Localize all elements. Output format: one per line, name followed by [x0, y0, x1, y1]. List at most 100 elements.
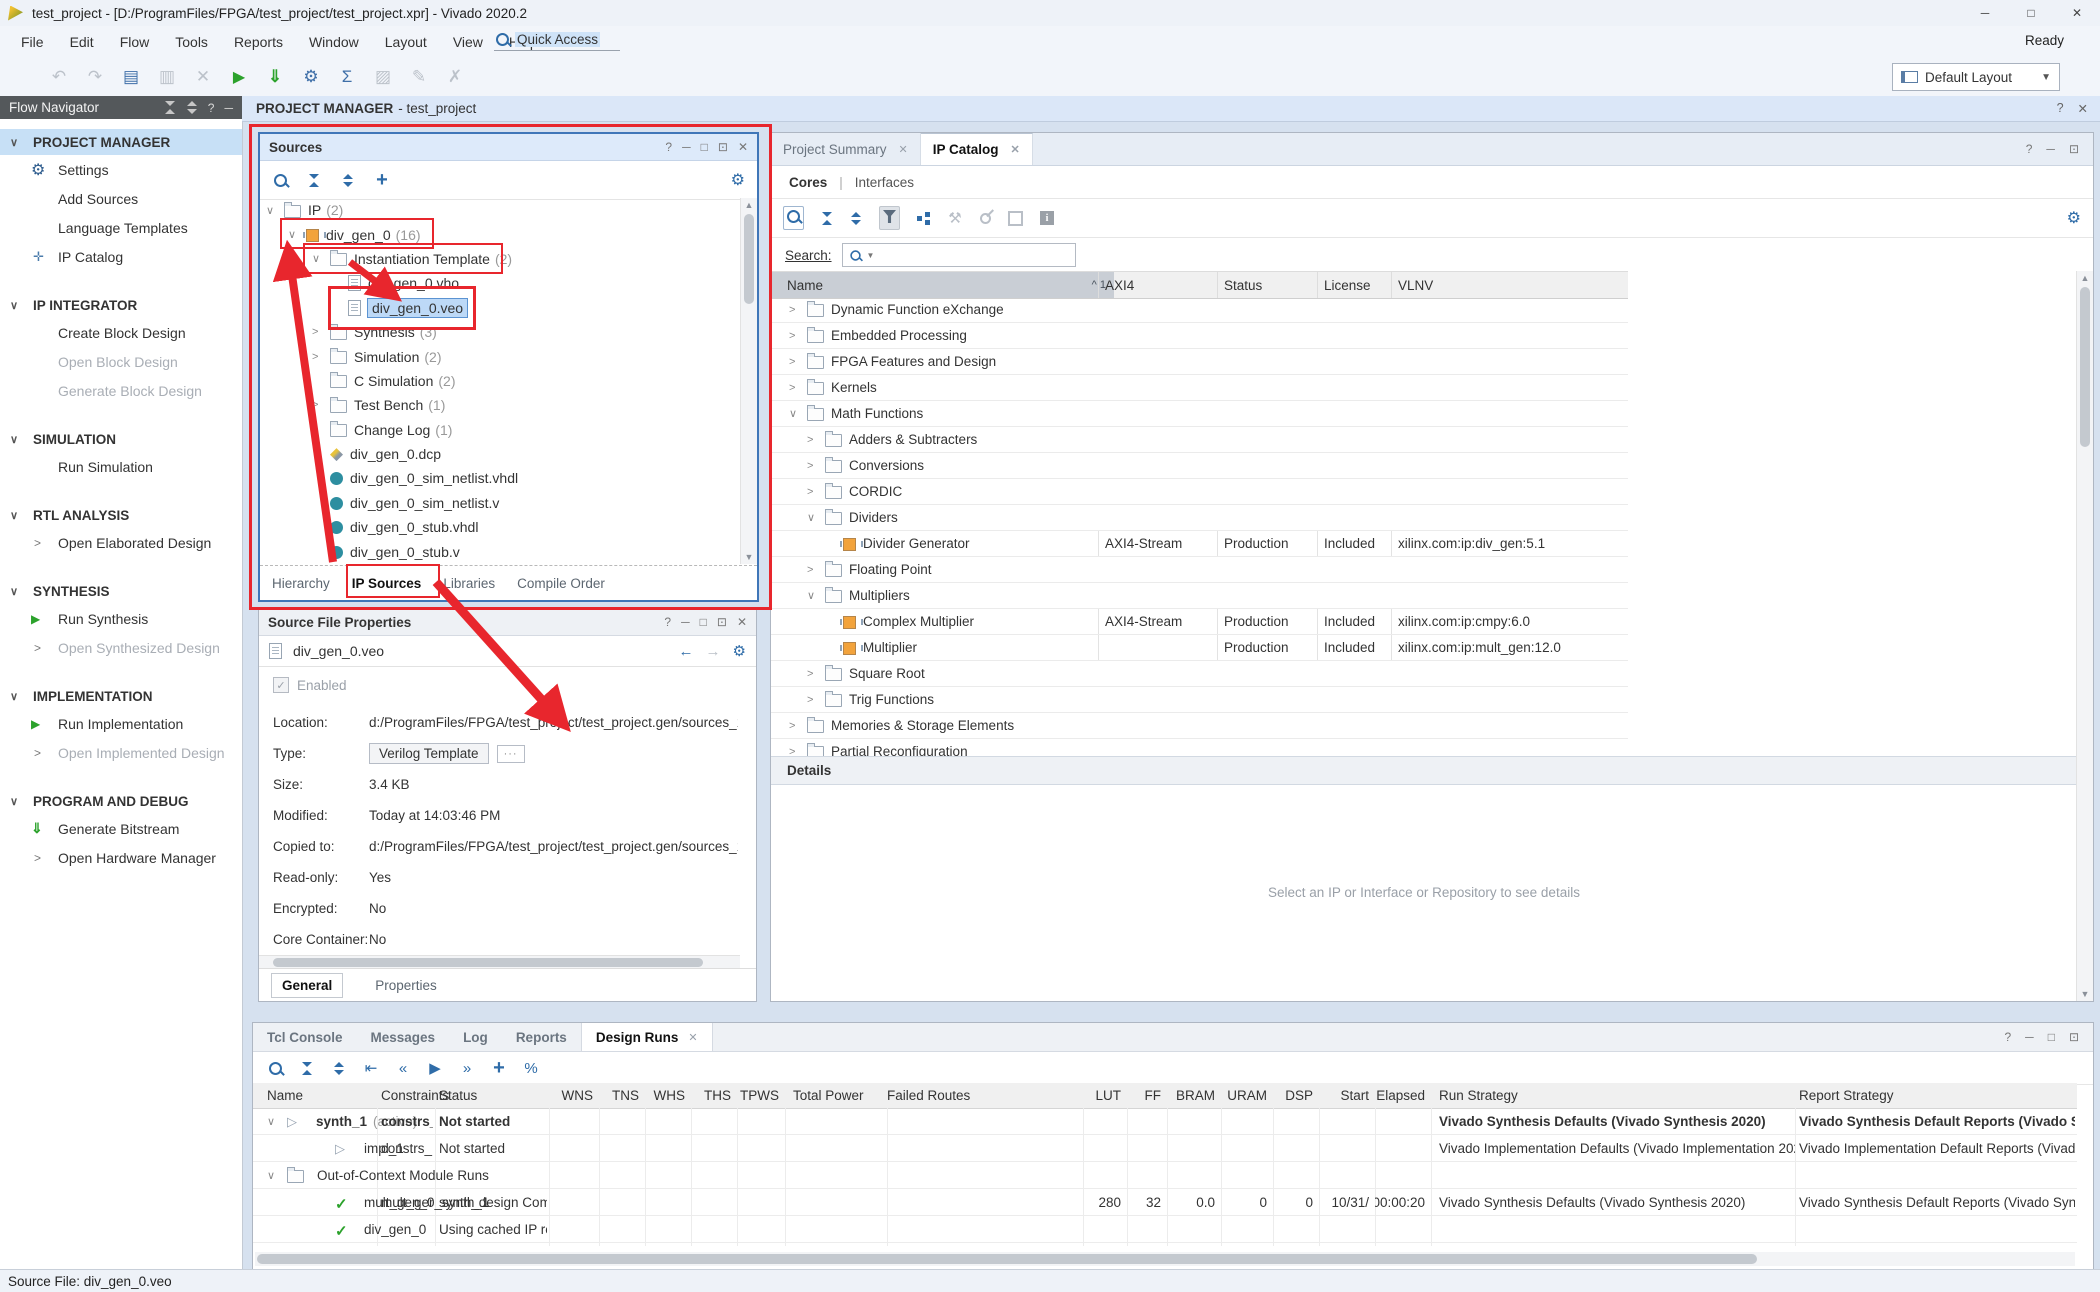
- runs-toolbar-button[interactable]: »: [459, 1057, 475, 1080]
- flow-navigator-item[interactable]: PROJECT MANAGER: [0, 129, 242, 155]
- menu-item[interactable]: Tools: [162, 29, 221, 55]
- column-header[interactable]: WNS: [553, 1083, 593, 1108]
- maximize-button[interactable]: □: [2008, 0, 2054, 26]
- close-icon[interactable]: ✕: [2078, 101, 2088, 116]
- catalog-row[interactable]: > Floating Point: [771, 557, 1628, 583]
- expand-all-icon[interactable]: [186, 101, 198, 114]
- scroll-up-icon[interactable]: ▲: [741, 200, 757, 210]
- column-header[interactable]: TPWS: [737, 1083, 779, 1108]
- toolbar-button[interactable]: ⇓: [260, 63, 290, 91]
- design-run-row[interactable]: ∨ Out-of-Context Module Runs: [253, 1162, 2077, 1189]
- flow-navigator-item[interactable]: Run Synthesis: [0, 604, 242, 633]
- column-header[interactable]: WHS: [645, 1083, 685, 1108]
- flow-navigator-item[interactable]: Settings: [0, 155, 242, 184]
- column-header[interactable]: BRAM: [1167, 1083, 1215, 1108]
- help-icon[interactable]: ?: [2004, 1030, 2011, 1044]
- tree-item[interactable]: C Simulation (2): [260, 369, 741, 393]
- collapse-all-icon[interactable]: [164, 101, 176, 114]
- catalog-search-input[interactable]: ▼: [842, 243, 1076, 267]
- runs-toolbar-button[interactable]: ▶: [427, 1057, 443, 1080]
- sources-tab[interactable]: Compile Order: [517, 576, 605, 591]
- vertical-scrollbar[interactable]: ▲ ▼: [740, 198, 757, 564]
- chevron-icon[interactable]: >: [807, 486, 825, 498]
- quick-access-search[interactable]: Quick Access: [494, 29, 620, 51]
- horizontal-scrollbar[interactable]: [255, 1252, 2075, 1266]
- column-header-status[interactable]: Status: [1217, 272, 1324, 298]
- console-tab[interactable]: Design Runs ✕: [581, 1023, 713, 1051]
- chevron-icon[interactable]: >: [807, 668, 825, 680]
- design-run-row[interactable]: ∨ synth_1 (active) constrs_1 Not started…: [253, 1108, 2077, 1135]
- close-icon[interactable]: ✕: [738, 140, 748, 154]
- tree-item[interactable]: div_gen_0.vho: [260, 271, 741, 295]
- minimize-icon[interactable]: ─: [2046, 142, 2055, 156]
- toolbar-button[interactable]: ✕: [188, 63, 218, 91]
- flow-navigator-item[interactable]: IMPLEMENTATION: [0, 683, 242, 709]
- layout-select[interactable]: Default Layout ▼: [1892, 63, 2060, 91]
- menu-item[interactable]: Reports: [221, 29, 296, 55]
- toolbar-button[interactable]: ✗: [440, 63, 470, 91]
- column-header[interactable]: LUT: [1083, 1083, 1121, 1108]
- chevron-icon[interactable]: ∨: [789, 407, 807, 420]
- tree-item[interactable]: div_gen_0_sim_netlist.vhdl: [260, 466, 741, 490]
- chevron-icon[interactable]: ∨: [807, 511, 825, 524]
- toolbar-button[interactable]: ↷: [80, 63, 110, 91]
- toolbar-button[interactable]: ✎: [404, 63, 434, 91]
- column-header[interactable]: Name: [267, 1083, 303, 1108]
- menu-item[interactable]: Window: [296, 29, 372, 55]
- toolbar-button[interactable]: ↶: [44, 63, 74, 91]
- info-icon[interactable]: [1040, 211, 1054, 225]
- catalog-row[interactable]: Divider Generator AXI4-Stream Production…: [771, 531, 1628, 557]
- tab-interfaces[interactable]: Interfaces: [855, 175, 914, 190]
- tree-item[interactable]: div_gen_0_stub.v: [260, 539, 741, 563]
- chevron-icon[interactable]: ∨: [312, 252, 330, 265]
- license-key-icon[interactable]: [978, 210, 994, 226]
- catalog-row[interactable]: ∨ Multipliers: [771, 583, 1628, 609]
- tree-item[interactable]: ∨ Instantiation Template (2): [260, 247, 741, 271]
- tree-item[interactable]: div_gen_0_stub.vhdl: [260, 515, 741, 539]
- flow-navigator-item[interactable]: IP Catalog: [0, 242, 242, 271]
- column-header[interactable]: Report Strategy: [1799, 1083, 2075, 1108]
- toolbar-button[interactable]: [8, 63, 38, 91]
- scroll-down-icon[interactable]: ▼: [2077, 989, 2093, 999]
- gear-icon[interactable]: ⚙: [731, 170, 757, 190]
- flow-navigator-item[interactable]: Run Simulation: [0, 452, 242, 481]
- column-header[interactable]: Total Power: [793, 1083, 883, 1108]
- catalog-row[interactable]: Complex Multiplier AXI4-Stream Productio…: [771, 609, 1628, 635]
- column-header[interactable]: URAM: [1221, 1083, 1267, 1108]
- close-icon[interactable]: ✕: [737, 615, 747, 629]
- flow-navigator-item[interactable]: RTL ANALYSIS: [0, 502, 242, 528]
- editor-tab[interactable]: IP Catalog ✕: [921, 133, 1033, 165]
- minimize-icon[interactable]: ─: [682, 140, 691, 154]
- help-icon[interactable]: ?: [665, 140, 672, 154]
- flow-navigator-item[interactable]: SYNTHESIS: [0, 578, 242, 604]
- menu-item[interactable]: File: [8, 29, 57, 55]
- chevron-icon[interactable]: >: [807, 434, 825, 446]
- column-header[interactable]: Elapsed: [1375, 1083, 1425, 1108]
- wrench-icon[interactable]: ⚒: [947, 209, 963, 227]
- chevron-icon[interactable]: >: [789, 382, 807, 394]
- catalog-row[interactable]: ∨ Math Functions: [771, 401, 1628, 427]
- sources-panel-header[interactable]: Sources ? ─ □ ⊡ ✕: [260, 134, 757, 161]
- runs-toolbar-button[interactable]: ⇤: [363, 1057, 379, 1080]
- filter-icon[interactable]: [883, 210, 896, 223]
- chevron-icon[interactable]: >: [789, 720, 807, 732]
- tab-cores[interactable]: Cores: [789, 175, 827, 190]
- help-icon[interactable]: ?: [2057, 101, 2064, 116]
- console-tab[interactable]: Messages: [357, 1023, 450, 1051]
- chevron-icon[interactable]: >: [789, 330, 807, 342]
- column-header[interactable]: Failed Routes: [887, 1083, 997, 1108]
- editor-tab[interactable]: Project Summary ✕: [771, 133, 921, 165]
- back-icon[interactable]: ←: [679, 643, 694, 660]
- design-run-row[interactable]: div_gen_0 Using cached IP results: [253, 1216, 2077, 1243]
- tab-close-icon[interactable]: ✕: [899, 143, 908, 156]
- flow-navigator-item[interactable]: Language Templates: [0, 213, 242, 242]
- flow-navigator-item[interactable]: Add Sources: [0, 184, 242, 213]
- sources-tab[interactable]: Libraries: [443, 576, 495, 591]
- toolbar-button[interactable]: ⚙: [296, 63, 326, 91]
- add-sources-icon[interactable]: +: [374, 169, 390, 192]
- design-run-row[interactable]: impl_1 constrs_1 Not started Vivado Impl…: [253, 1135, 2077, 1162]
- console-tab[interactable]: Log: [449, 1023, 502, 1051]
- menu-item[interactable]: Flow: [107, 29, 163, 55]
- chevron-icon[interactable]: ∨: [266, 204, 284, 217]
- tree-item[interactable]: > Synthesis (3): [260, 320, 741, 344]
